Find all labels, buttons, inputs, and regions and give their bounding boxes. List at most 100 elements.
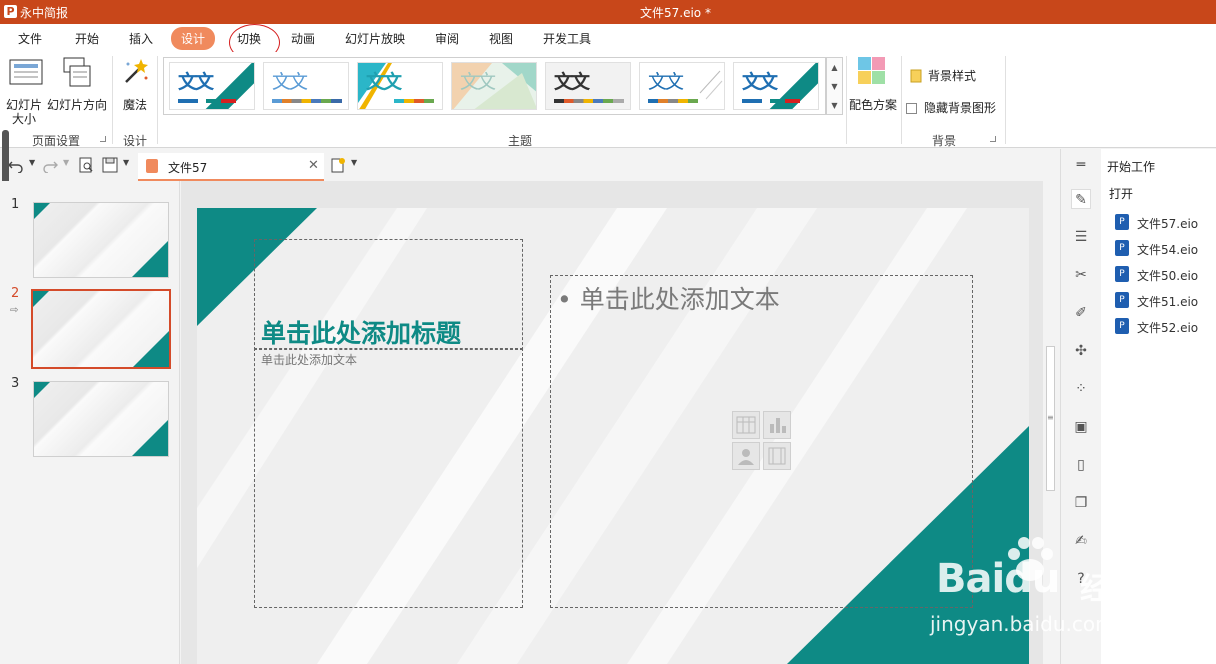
picture-icon[interactable]: ▣ — [1071, 417, 1091, 437]
slide[interactable]: 单击此处添加标题 单击此处添加文本 • 单击此处添加文本 — [197, 208, 1029, 664]
theme-color-bar — [742, 99, 762, 103]
theme-color-bar — [554, 99, 624, 103]
divider — [157, 56, 158, 144]
slide-thumbnail-2[interactable] — [31, 289, 171, 369]
undo-icon[interactable] — [8, 157, 24, 173]
background-launcher-icon[interactable] — [990, 136, 996, 142]
theme-option-1[interactable]: 文文 — [169, 62, 255, 110]
document-title: 文件57.eio * — [640, 6, 711, 20]
title-text: 单击此处添加标题 — [261, 319, 462, 348]
hide-background-label: 隐藏背景图形 — [924, 101, 997, 115]
save-icon[interactable] — [102, 157, 118, 173]
slide-size-button[interactable]: 幻灯片大小 — [4, 56, 44, 126]
app-name: 永中简报 — [20, 6, 69, 20]
menu-design[interactable]: 设计 — [171, 27, 216, 50]
pencil-icon[interactable]: ✎ — [1071, 189, 1091, 209]
hide-background-checkbox-row[interactable]: 隐藏背景图形 — [906, 100, 1006, 118]
watermark-text: 经验 — [1080, 572, 1140, 607]
menu-developer[interactable]: 开发工具 — [543, 30, 591, 47]
menu-file[interactable]: 文件 — [18, 30, 42, 47]
recent-file[interactable]: P 文件52.eio — [1115, 318, 1198, 336]
theme-option-2[interactable]: 文文 — [263, 62, 349, 110]
recent-file-label: 文件54.eio — [1137, 243, 1199, 257]
slide-number: 1 — [11, 197, 20, 212]
menu-review[interactable]: 审阅 — [435, 30, 459, 47]
document-tab-label: 文件57 — [168, 161, 208, 175]
recent-file-label: 文件50.eio — [1137, 269, 1199, 283]
recent-file[interactable]: P 文件57.eio — [1115, 214, 1198, 232]
thumbnail-decoration — [132, 420, 168, 456]
menu-slideshow[interactable]: 幻灯片放映 — [345, 30, 405, 47]
document-tab[interactable]: 文件57 ✕ — [138, 153, 324, 181]
toolbar-dropdown-icon[interactable]: ▼ — [123, 158, 129, 167]
grid-icon[interactable]: ⁘ — [1071, 379, 1091, 399]
slide-size-icon — [9, 59, 43, 85]
transition-indicator-icon: ⇨ — [10, 305, 19, 316]
insert-picture-icon[interactable] — [732, 442, 760, 470]
recent-file[interactable]: P 文件51.eio — [1115, 292, 1198, 310]
theme-option-7[interactable]: 文文 — [733, 62, 819, 110]
insert-media-icon[interactable] — [763, 442, 791, 470]
recent-file[interactable]: P 文件50.eio — [1115, 266, 1199, 284]
magic-button[interactable]: 魔法 — [116, 56, 154, 126]
theme-color-bar — [770, 99, 800, 103]
menu-bar: 文件 开始 插入 设计 切换 动画 幻灯片放映 审阅 视图 开发工具 — [0, 24, 1216, 52]
thumbnail-decoration — [133, 331, 169, 367]
divider — [901, 56, 902, 144]
slide-thumbnail-3[interactable] — [33, 381, 169, 457]
color-scheme-button[interactable]: 配色方案 — [847, 56, 899, 126]
document-file-icon: P — [1115, 214, 1129, 230]
gallery-expand-icon[interactable]: ▼ — [827, 96, 842, 115]
menu-animation[interactable]: 动画 — [291, 30, 315, 47]
theme-option-4[interactable]: 文文 — [451, 62, 537, 110]
document-file-icon: P — [1115, 266, 1129, 282]
close-tab-icon[interactable]: ✕ — [308, 158, 319, 173]
magic-wand-icon — [125, 59, 148, 83]
tools-icon[interactable]: ✂ — [1071, 265, 1091, 285]
slide-thumbnail-1[interactable] — [33, 202, 169, 278]
clipboard-icon[interactable]: ▯ — [1071, 455, 1091, 475]
theme-gallery-scroll[interactable]: ▲ ▼ ▼ — [826, 57, 843, 115]
theme-option-3[interactable]: 文文 — [357, 62, 443, 110]
pinwheel-icon[interactable]: ✣ — [1071, 341, 1091, 361]
subtitle-placeholder[interactable]: 单击此处添加文本 — [254, 348, 523, 608]
scroll-up-icon[interactable]: ▲ — [827, 58, 842, 77]
theme-sample-text: 文文 — [742, 71, 778, 93]
edit-icon[interactable]: ✍ — [1071, 531, 1091, 551]
redo-dropdown-icon[interactable]: ▼ — [63, 158, 69, 167]
copy-icon[interactable]: ❐ — [1071, 493, 1091, 513]
insert-table-icon[interactable] — [732, 411, 760, 439]
theme-color-bar — [206, 99, 236, 103]
theme-sample-text: 文文 — [648, 71, 684, 93]
title-placeholder[interactable]: 单击此处添加标题 — [254, 239, 523, 350]
background-style-label: 背景样式 — [928, 69, 977, 83]
slide-thumbnail-pane: 1 2 ⇨ 3 — [0, 181, 180, 664]
hide-background-checkbox[interactable] — [906, 103, 917, 114]
settings-sliders-icon[interactable]: ☰ — [1071, 227, 1091, 247]
theme-option-5[interactable]: 文文 — [545, 62, 631, 110]
new-document-icon[interactable] — [330, 157, 346, 173]
redo-icon[interactable] — [42, 157, 58, 173]
menu-view[interactable]: 视图 — [489, 30, 513, 47]
theme-sample-text: 文文 — [366, 71, 402, 93]
theme-option-6[interactable]: 文文 — [639, 62, 725, 110]
page-setup-launcher-icon[interactable] — [100, 136, 106, 142]
ribbon: 幻灯片大小 幻灯片方向 页面设置 魔法 设计 文文 文文 文文 文文 文文 文文… — [0, 52, 1216, 148]
recent-file[interactable]: P 文件54.eio — [1115, 240, 1199, 258]
menu-insert[interactable]: 插入 — [129, 30, 153, 47]
new-document-dropdown-icon[interactable]: ▼ — [351, 158, 357, 167]
thumbnail-decoration — [34, 203, 50, 219]
menu-icon[interactable]: ═ — [1071, 155, 1091, 175]
slide-orientation-button[interactable]: 幻灯片方向 — [46, 56, 108, 126]
slide-orientation-label: 幻灯片方向 — [46, 98, 107, 112]
menu-home[interactable]: 开始 — [75, 30, 99, 47]
print-preview-icon[interactable] — [78, 157, 94, 173]
undo-dropdown-icon[interactable]: ▼ — [29, 158, 35, 167]
insert-chart-icon[interactable] — [763, 411, 791, 439]
background-style-button[interactable]: 背景样式 — [910, 68, 1000, 86]
title-bar: P 永中简报 文件57.eio * — [0, 0, 1216, 24]
scroll-down-icon[interactable]: ▼ — [827, 77, 842, 96]
watermark-url: jingyan.baidu.com — [930, 612, 1115, 636]
brush-icon[interactable]: ✐ — [1071, 303, 1091, 323]
content-placeholder[interactable]: • 单击此处添加文本 — [550, 275, 973, 608]
